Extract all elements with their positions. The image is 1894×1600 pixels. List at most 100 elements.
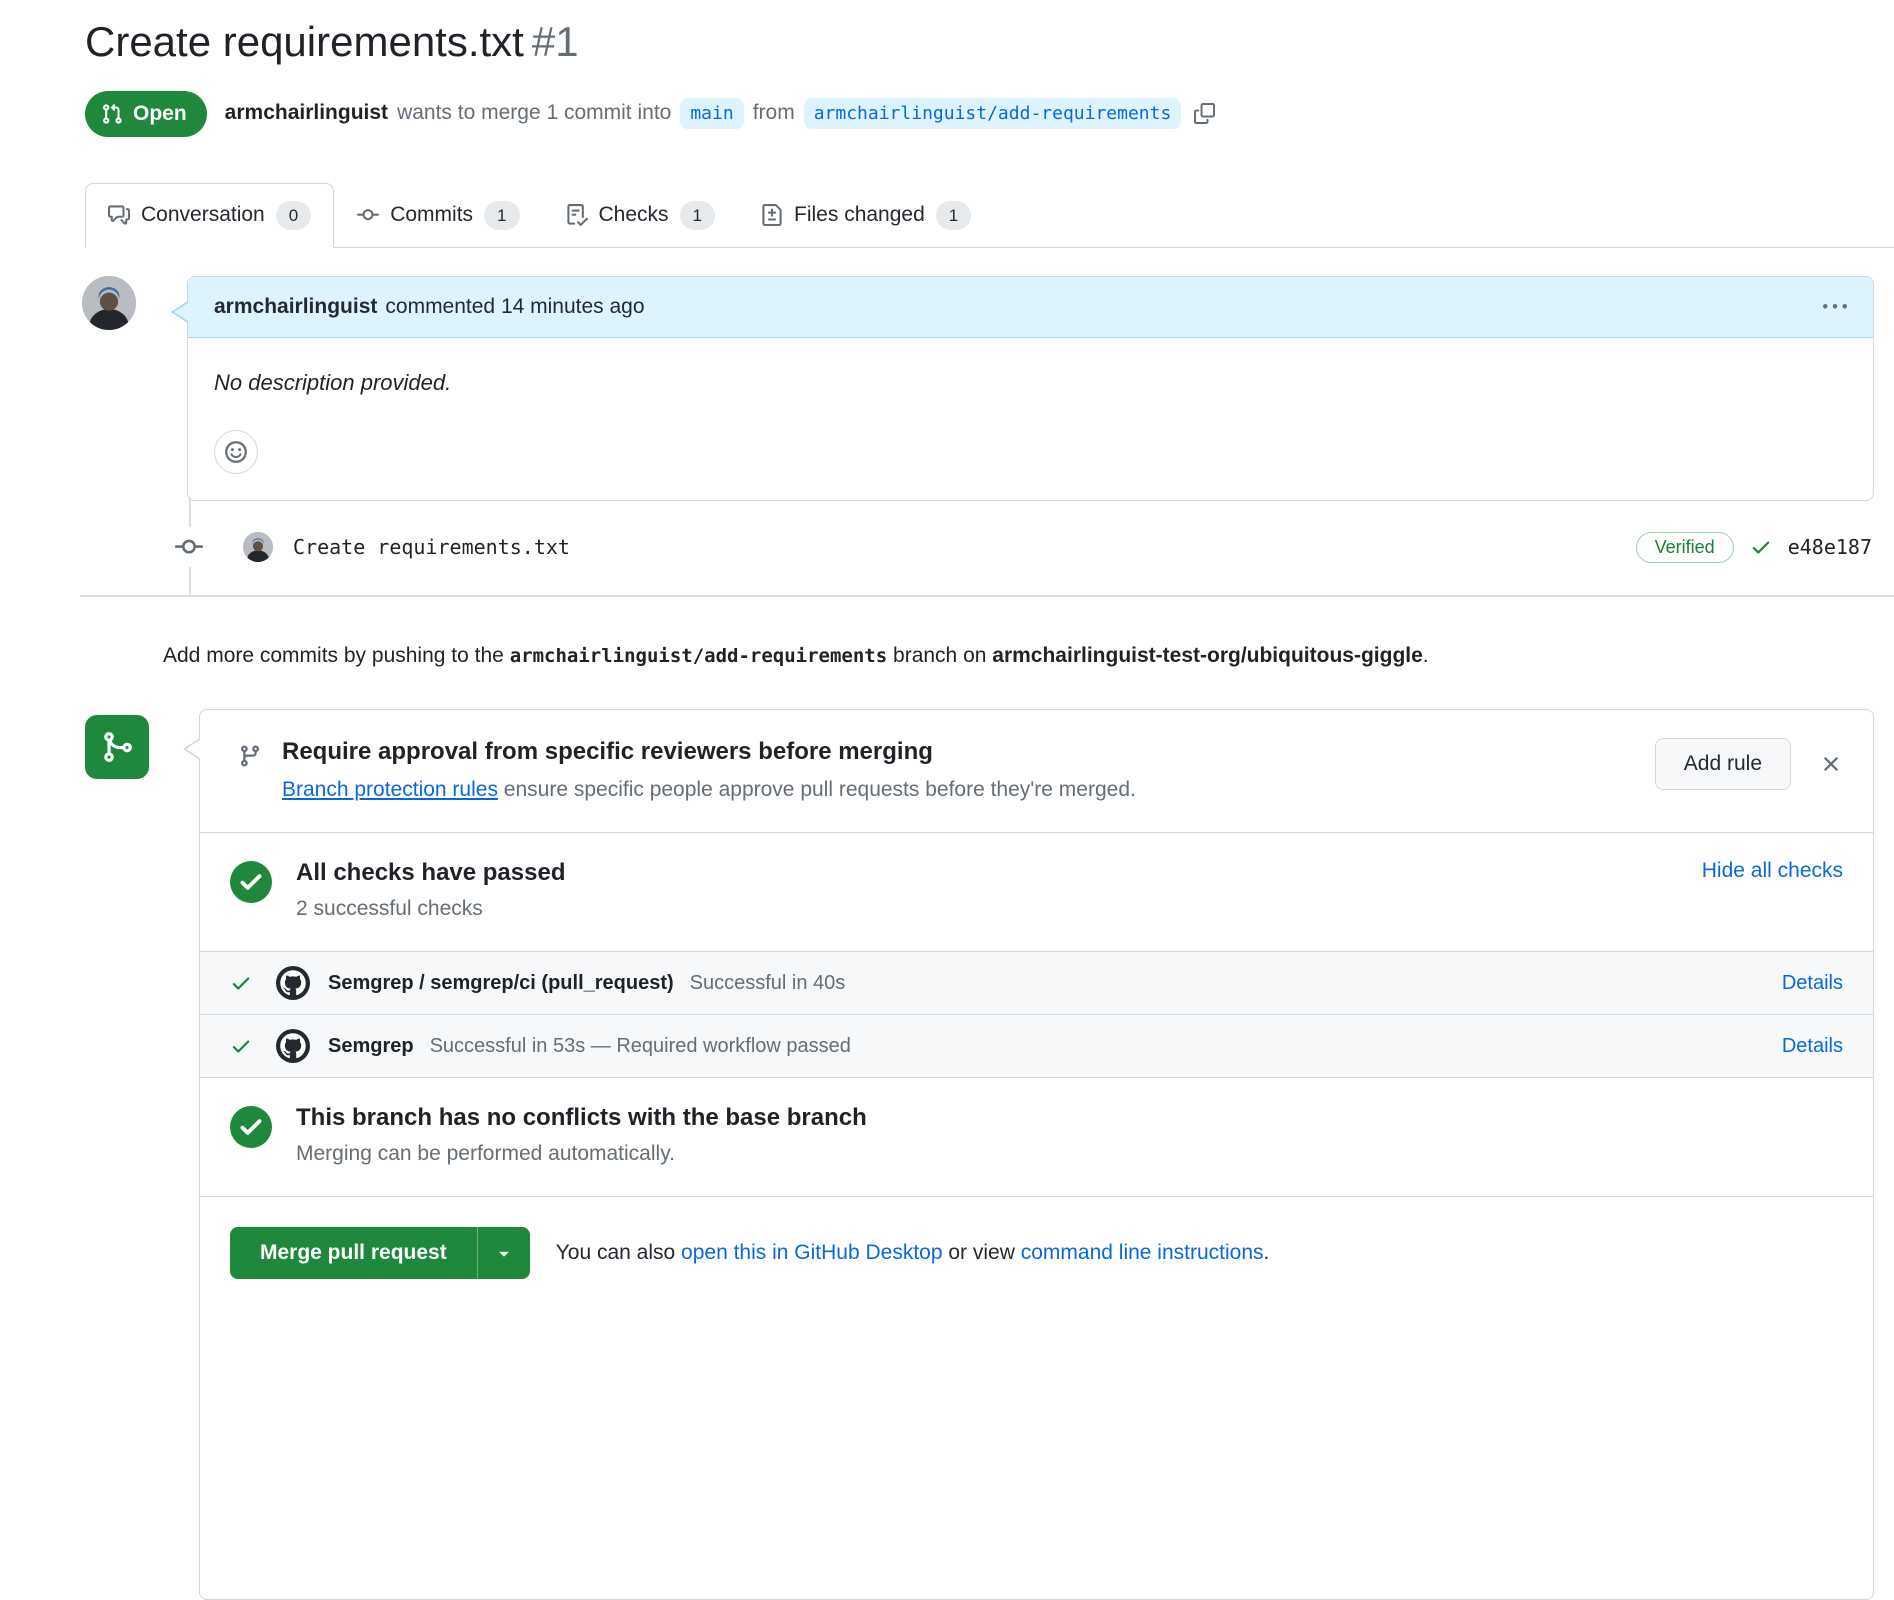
branch-protection-title: Require approval from specific reviewers… (282, 738, 1136, 766)
check-status: Successful in 53s — Required workflow pa… (430, 1035, 851, 1058)
triangle-down-icon (494, 1243, 514, 1263)
details-link[interactable]: Details (1758, 972, 1843, 995)
comment-discussion-icon (108, 204, 130, 226)
also-prefix: You can also (556, 1241, 676, 1264)
check-icon (230, 972, 252, 994)
push-note-suffix: . (1423, 644, 1429, 667)
base-branch-label[interactable]: main (680, 98, 743, 129)
add-reaction-button[interactable] (214, 430, 258, 474)
push-note-repo: armchairlinguist-test-org/ubiquitous-gig… (992, 644, 1423, 667)
close-icon[interactable] (1819, 752, 1843, 776)
pr-timeline: armchairlinguist commented 14 minutes ag… (85, 276, 1874, 595)
pr-page: Create requirements.txt#1 Open armchairl… (0, 0, 1894, 1600)
also-suffix: . (1264, 1241, 1270, 1264)
branch-protection-rules-link[interactable]: Branch protection rules (282, 778, 498, 801)
checks-summary-title: All checks have passed (296, 859, 565, 887)
conflicts-title: This branch has no conflicts with the ba… (296, 1104, 867, 1132)
timeline-divider (80, 595, 1894, 597)
pr-state-badge: Open (85, 91, 207, 137)
file-diff-icon (761, 204, 783, 226)
comment-body: No description provided. (188, 338, 1873, 500)
conflicts-section: This branch has no conflicts with the ba… (200, 1077, 1873, 1196)
github-app-avatar (276, 966, 310, 1000)
pr-tabnav: Conversation 0 Commits 1 Checks 1 Files … (85, 183, 1894, 249)
git-commit-icon (175, 527, 203, 567)
github-app-avatar (276, 1029, 310, 1063)
pr-author-link[interactable]: armchairlinguist (225, 101, 388, 125)
checks-summary-section: All checks have passed 2 successful chec… (200, 832, 1873, 951)
status-check-icon[interactable] (1750, 536, 1772, 558)
check-status: Successful in 40s (690, 972, 846, 995)
comment-header: armchairlinguist commented 14 minutes ag… (188, 277, 1873, 338)
smiley-icon (224, 440, 248, 464)
tab-conversation[interactable]: Conversation 0 (85, 183, 334, 249)
check-name: Semgrep (328, 1035, 414, 1058)
tab-counter: 1 (936, 201, 971, 231)
tab-label: Checks (599, 203, 669, 227)
avatar[interactable] (82, 276, 136, 330)
check-icon (230, 1035, 252, 1057)
push-note-prefix: Add more commits by pushing to the (163, 644, 504, 667)
commit-timeline-item: Create requirements.txt Verified e48e187 (85, 527, 1874, 595)
details-link[interactable]: Details (1758, 1035, 1843, 1058)
pr-meta-row: Open armchairlinguist wants to merge 1 c… (85, 91, 1874, 137)
git-merge-icon (85, 715, 149, 779)
comment-meta: commented 14 minutes ago (385, 295, 644, 319)
checks-summary-subtitle: 2 successful checks (296, 897, 565, 921)
tab-counter: 0 (276, 201, 311, 231)
tab-commits[interactable]: Commits 1 (334, 183, 542, 249)
branch-protection-text: Require approval from specific reviewers… (282, 738, 1136, 802)
comment-text: No description provided. (214, 370, 1847, 396)
add-rule-button[interactable]: Add rule (1655, 738, 1791, 790)
merge-footer: Merge pull request You can also open thi… (200, 1196, 1873, 1599)
comment-box: armchairlinguist commented 14 minutes ag… (187, 276, 1874, 501)
tab-counter: 1 (484, 201, 519, 231)
tab-counter: 1 (680, 201, 715, 231)
check-circle-icon (230, 861, 272, 903)
merge-options-dropdown[interactable] (477, 1227, 530, 1279)
tab-label: Files changed (794, 203, 925, 227)
branch-protection-actions: Add rule (1631, 738, 1843, 790)
command-line-instructions-link[interactable]: command line instructions (1021, 1241, 1264, 1264)
head-branch-label[interactable]: armchairlinguist/add-requirements (804, 98, 1182, 129)
push-note-branch: armchairlinguist/add-requirements (510, 645, 888, 667)
pr-action-text: wants to merge 1 commit into (397, 101, 671, 125)
commit-author-avatar[interactable] (243, 532, 273, 562)
commit-message-link[interactable]: Create requirements.txt (293, 535, 570, 559)
branch-protection-desc: Branch protection rules ensure specific … (282, 778, 1136, 802)
git-branch-icon (238, 744, 262, 768)
or-text: or view (948, 1241, 1015, 1264)
pr-state-label: Open (133, 102, 187, 126)
kebab-menu-icon[interactable] (1823, 295, 1847, 319)
check-circle-icon (230, 1106, 272, 1148)
merge-status-area: Require approval from specific reviewers… (85, 709, 1874, 1600)
merge-box: Require approval from specific reviewers… (199, 709, 1874, 1600)
copy-branch-icon[interactable] (1194, 103, 1215, 124)
comment-author[interactable]: armchairlinguist (214, 295, 377, 319)
conflicts-text: This branch has no conflicts with the ba… (296, 1104, 867, 1166)
pr-meta-text: armchairlinguist wants to merge 1 commit… (225, 98, 1216, 129)
tab-files-changed[interactable]: Files changed 1 (738, 183, 994, 249)
branch-protection-section: Require approval from specific reviewers… (200, 710, 1873, 832)
git-pull-request-icon (101, 103, 123, 125)
check-row: Semgrep Successful in 53s — Required wor… (200, 1014, 1873, 1077)
pr-title-text: Create requirements.txt (85, 18, 524, 65)
pr-description-comment: armchairlinguist commented 14 minutes ag… (85, 276, 1874, 501)
tab-label: Commits (390, 203, 473, 227)
commit-sha-link[interactable]: e48e187 (1788, 535, 1872, 559)
push-note: Add more commits by pushing to the armch… (163, 639, 1498, 673)
commit-meta: Verified e48e187 (1636, 532, 1872, 563)
merge-button-group: Merge pull request (230, 1227, 530, 1279)
tab-checks[interactable]: Checks 1 (543, 183, 739, 249)
checks-summary-text: All checks have passed 2 successful chec… (296, 859, 565, 921)
push-note-middle: branch on (893, 644, 986, 667)
verified-badge[interactable]: Verified (1636, 532, 1734, 563)
merge-pull-request-button[interactable]: Merge pull request (230, 1227, 477, 1279)
github-desktop-link[interactable]: open this in GitHub Desktop (681, 1241, 942, 1264)
branch-protection-desc-text: ensure specific people approve pull requ… (504, 778, 1136, 801)
tab-label: Conversation (141, 203, 265, 227)
git-commit-icon (357, 204, 379, 226)
page-title: Create requirements.txt#1 (85, 16, 1874, 69)
hide-all-checks-link[interactable]: Hide all checks (1678, 859, 1843, 883)
from-text: from (753, 101, 795, 125)
